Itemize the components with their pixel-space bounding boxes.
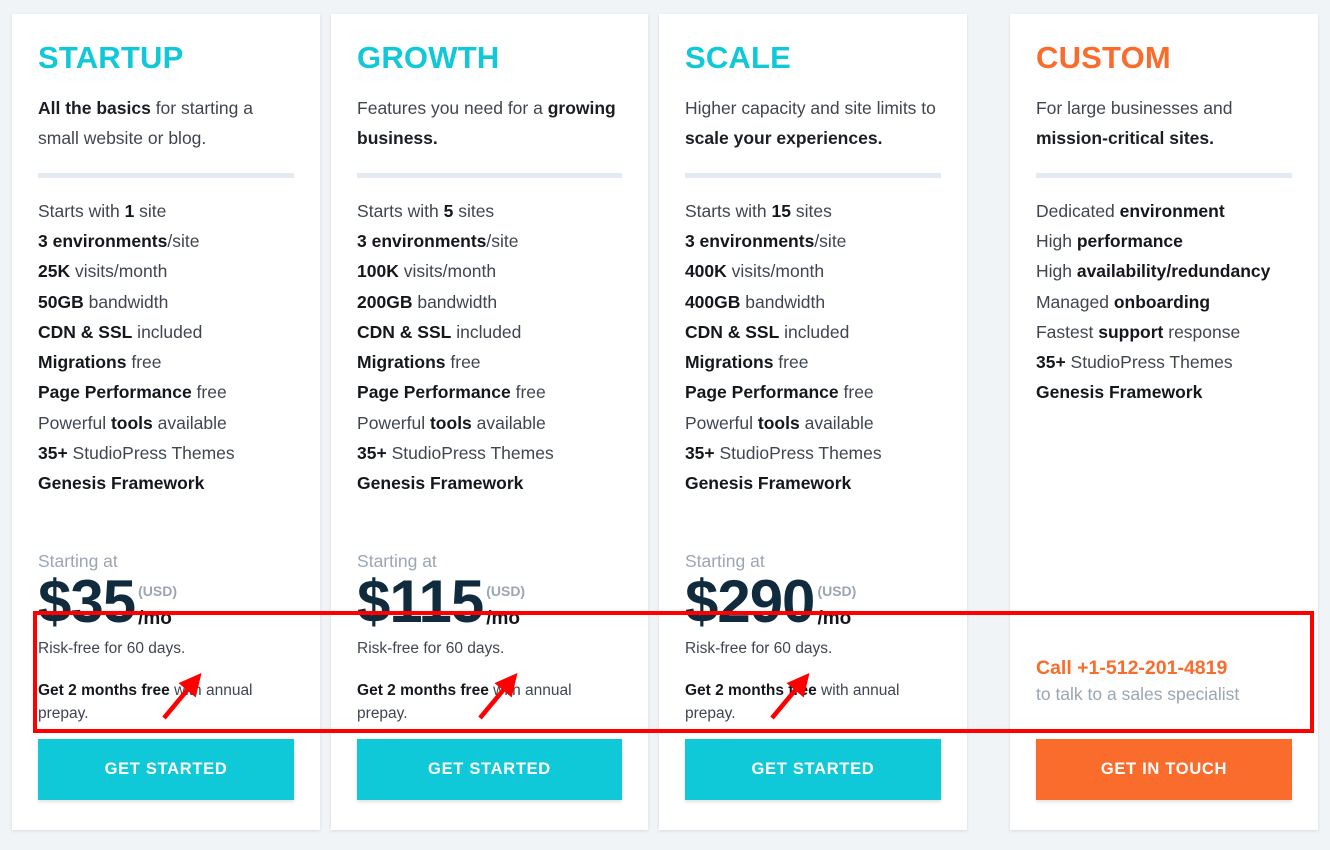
get-started-button-startup[interactable]: GET STARTED — [38, 739, 295, 800]
price-block-growth: Starting at $115 (USD) /mo Risk-free for… — [357, 533, 622, 725]
price-row-startup: $35 (USD) /mo — [38, 567, 294, 635]
feature-item: High availability/redundancy — [1035, 261, 1271, 282]
price-block-scale: Starting at $290 (USD) /mo Risk-free for… — [685, 533, 941, 725]
price-currency-scale: (USD) — [817, 583, 857, 600]
feature-item: Migrations free — [357, 352, 481, 373]
feature-item: Powerful tools available — [684, 412, 874, 433]
get-started-button-growth[interactable]: GET STARTED — [357, 739, 622, 800]
cta-area-growth: GET STARTED — [357, 739, 622, 830]
get-started-button-scale[interactable]: GET STARTED — [684, 739, 941, 800]
feature-item: 3 environments/site — [38, 231, 200, 251]
risk-free-note-startup: Risk-free for 60 days. — [38, 639, 186, 657]
feature-item: CDN & SSL included — [684, 321, 850, 342]
price-period-startup: /mo — [138, 607, 172, 629]
price-amount-startup: $35 — [38, 567, 136, 635]
divider-startup — [38, 172, 295, 178]
plan-card-custom[interactable]: CUSTOM For large businesses and mission-… — [1009, 14, 1319, 830]
price-side-growth: (USD) /mo — [486, 583, 526, 629]
price-row-growth: $115 (USD) /mo — [357, 567, 622, 635]
feature-item: 100K visits/month — [357, 261, 497, 282]
plan-title-custom: CUSTOM — [1035, 40, 1171, 75]
feature-item: 50GB bandwidth — [38, 291, 169, 312]
divider-growth — [357, 172, 622, 178]
feature-item: Genesis Framework — [1035, 382, 1203, 403]
feature-item: High performance — [1035, 231, 1183, 251]
feature-item: Starts with 15 sites — [684, 200, 832, 221]
sales-phone-subtext: to talk to a sales specialist — [1035, 683, 1240, 704]
feature-item: Powerful tools available — [38, 412, 227, 433]
feature-item: 200GB bandwidth — [357, 291, 498, 312]
price-currency-growth: (USD) — [486, 583, 526, 600]
plan-description-scale: Higher capacity and site limits to scale… — [684, 97, 936, 148]
feature-item: Managed onboarding — [1035, 291, 1211, 312]
risk-free-note-scale: Risk-free for 60 days. — [684, 639, 833, 657]
feature-item: Starts with 1 site — [38, 200, 167, 221]
price-period-growth: /mo — [486, 607, 520, 629]
price-period-scale: /mo — [817, 607, 852, 629]
feature-item: 3 environments/site — [357, 231, 519, 251]
promo-note-startup: Get 2 months free with annual prepay. — [38, 682, 253, 722]
feature-item: Genesis Framework — [357, 473, 524, 494]
feature-item: 3 environments/site — [684, 231, 847, 251]
promo-note-growth: Get 2 months free with annual prepay. — [357, 682, 572, 722]
feature-item: 400K visits/month — [684, 261, 825, 282]
feature-item: 25K visits/month — [38, 261, 168, 282]
price-row-scale: $290 (USD) /mo — [684, 567, 941, 635]
plan-title-growth: GROWTH — [357, 40, 500, 75]
contact-block-custom: Call +1-512-201-4819 to talk to a sales … — [1036, 637, 1292, 706]
feature-item: 35+ StudioPress Themes — [357, 442, 554, 463]
divider-scale — [684, 172, 941, 178]
feature-item: 35+ StudioPress Themes — [1035, 352, 1233, 373]
sales-phone-link[interactable]: Call +1-512-201-4819 — [1036, 655, 1292, 681]
plan-description-growth: Features you need for a growing business… — [357, 97, 616, 148]
feature-item: Page Performance free — [38, 382, 227, 403]
plan-card-growth[interactable]: GROWTH Features you need for a growing b… — [331, 14, 648, 830]
plan-title-scale: SCALE — [684, 40, 792, 75]
price-block-startup: Starting at $35 (USD) /mo Risk-free for … — [38, 533, 294, 725]
feature-item: Starts with 5 sites — [357, 200, 495, 221]
promo-note-scale: Get 2 months free with annual prepay. — [684, 682, 900, 722]
get-in-touch-button-custom[interactable]: GET IN TOUCH — [1035, 739, 1293, 800]
price-side-scale: (USD) /mo — [817, 583, 857, 629]
feature-list-growth: Starts with 5 sites 3 environments/site 10… — [357, 196, 622, 499]
cta-area-scale: GET STARTED — [684, 739, 941, 830]
plan-description-custom: For large businesses and mission-critica… — [1035, 97, 1233, 148]
feature-item: Fastest support response — [1035, 321, 1241, 342]
plan-description-startup: All the basics for starting a small webs… — [38, 97, 253, 148]
divider-custom — [1035, 172, 1293, 178]
price-amount-growth: $115 — [357, 567, 484, 635]
feature-item: Migrations free — [38, 352, 162, 373]
plan-title-startup: STARTUP — [38, 40, 184, 75]
feature-item: Page Performance free — [684, 382, 874, 403]
price-side-startup: (USD) /mo — [138, 583, 177, 629]
feature-list-startup: Starts with 1 site 3 environments/site 25K… — [38, 196, 294, 499]
feature-item: CDN & SSL included — [38, 321, 203, 342]
price-currency-startup: (USD) — [138, 583, 177, 600]
feature-item: Page Performance free — [357, 382, 546, 403]
cta-area-startup: GET STARTED — [38, 739, 295, 830]
feature-item: Genesis Framework — [684, 473, 852, 494]
feature-item: Genesis Framework — [38, 473, 205, 494]
feature-item: 35+ StudioPress Themes — [38, 442, 235, 463]
price-amount-scale: $290 — [684, 567, 815, 635]
feature-item: Dedicated environment — [1035, 200, 1225, 221]
pricing-plans-container: STARTUP All the basics for starting a sm… — [0, 0, 1330, 850]
plan-card-scale[interactable]: SCALE Higher capacity and site limits to… — [658, 14, 967, 830]
feature-item: CDN & SSL included — [357, 321, 522, 342]
feature-list-scale: Starts with 15 sites 3 environments/site 4… — [685, 196, 941, 499]
plan-card-startup[interactable]: STARTUP All the basics for starting a sm… — [12, 14, 321, 830]
feature-item: Powerful tools available — [357, 412, 546, 433]
feature-item: Migrations free — [684, 352, 809, 373]
cta-area-custom: GET IN TOUCH — [1035, 739, 1293, 830]
feature-item: 400GB bandwidth — [684, 291, 826, 312]
risk-free-note-growth: Risk-free for 60 days. — [357, 639, 505, 657]
feature-list-custom: Dedicated environment High performance Hig… — [1036, 196, 1292, 408]
feature-item: 35+ StudioPress Themes — [684, 442, 882, 463]
